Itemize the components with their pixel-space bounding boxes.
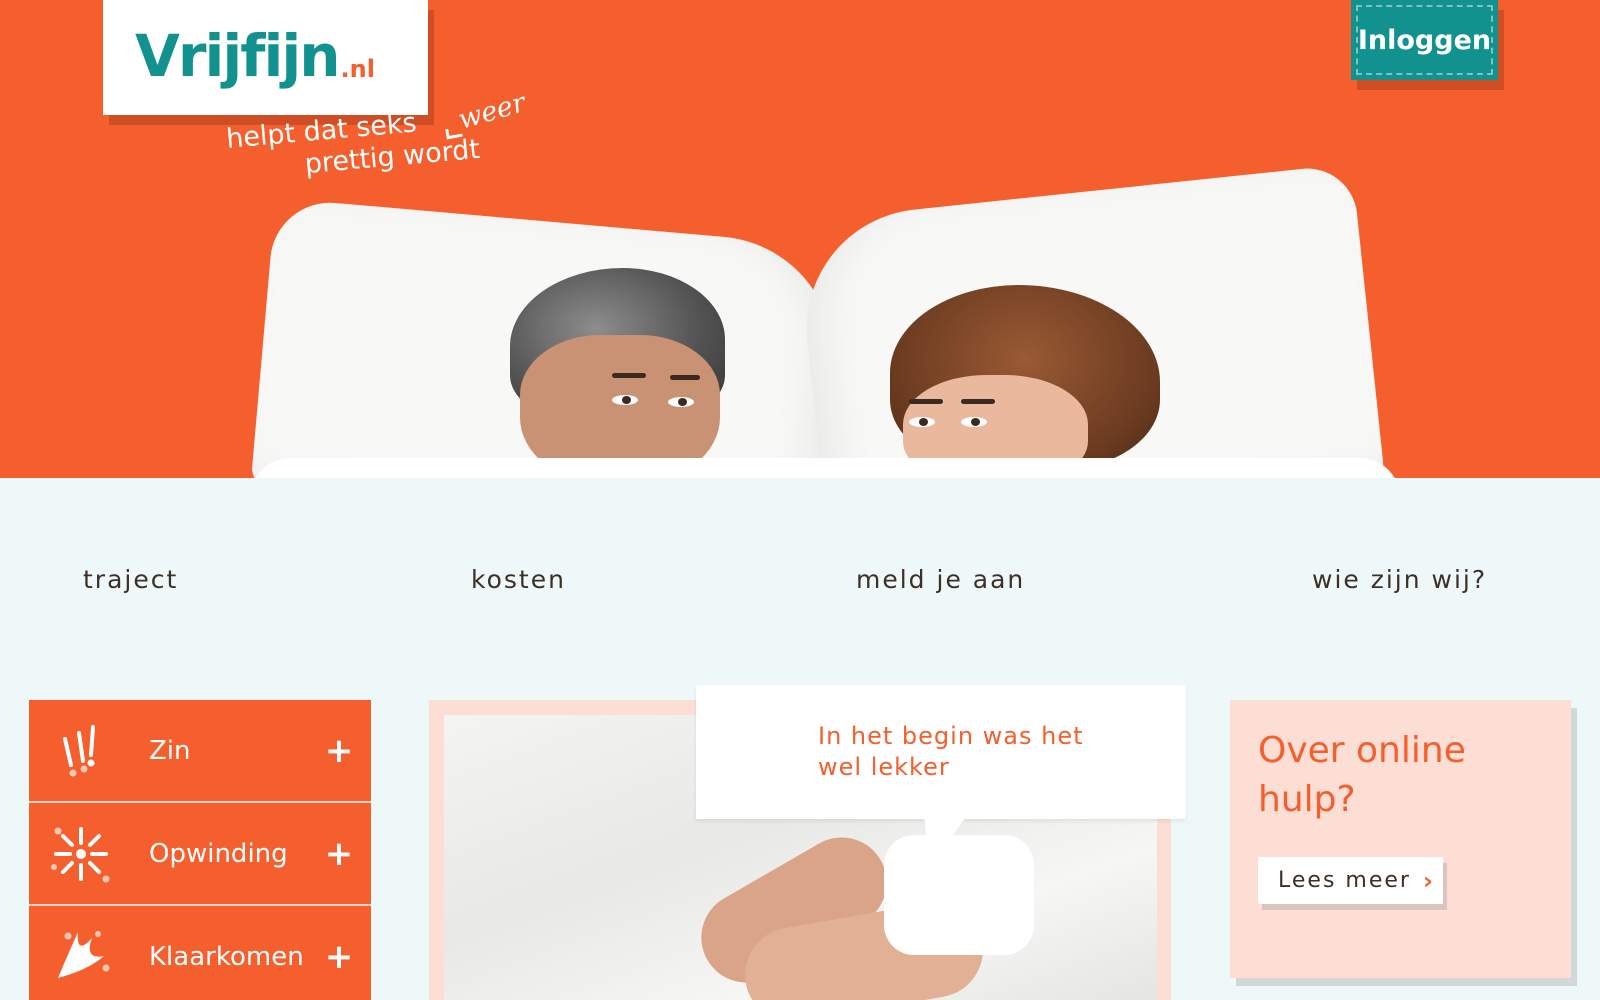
login-button[interactable]: Inloggen	[1351, 0, 1498, 80]
woman-eye	[961, 417, 987, 427]
nav-item-wie-zijn-wij[interactable]: wie zijn wij?	[1312, 565, 1487, 594]
online-help-title: Over online hulp?	[1258, 730, 1466, 820]
read-more-button[interactable]: Lees meer ›	[1258, 857, 1443, 904]
man-brow	[670, 375, 700, 380]
exclamation-icon	[43, 716, 119, 786]
quote-bubble: In het begin was het wel lekker	[696, 685, 1186, 819]
woman-brow	[909, 399, 943, 404]
man-eye	[668, 397, 694, 407]
sidebar-item-opwinding[interactable]: Opwinding +	[29, 803, 371, 906]
nav-item-kosten[interactable]: kosten	[471, 565, 566, 594]
sidebar-item-label: Zin	[149, 735, 191, 766]
story-photo-duvet	[884, 835, 1034, 955]
topic-sidebar: Zin + Opwinding + Klaarkomen +	[29, 700, 371, 1000]
sidebar-item-zin[interactable]: Zin +	[29, 700, 371, 803]
hero-banner: Vrijfijn .nl helpt dat seks prettig word…	[0, 0, 1600, 478]
expand-plus-icon[interactable]: +	[319, 940, 359, 974]
sidebar-item-klaarkomen[interactable]: Klaarkomen +	[29, 906, 371, 1000]
story-quote: In het begin was het wel lekker	[818, 722, 1084, 781]
logo-tld: .nl	[340, 55, 375, 83]
woman-brow	[961, 399, 995, 404]
read-more-label: Lees meer	[1278, 868, 1411, 893]
logo[interactable]: Vrijfijn .nl	[103, 0, 428, 115]
expand-plus-icon[interactable]: +	[319, 734, 359, 768]
burst-icon	[43, 922, 119, 992]
sparkle-icon	[43, 819, 119, 889]
sidebar-item-label: Klaarkomen	[149, 941, 304, 972]
woman-eye	[909, 417, 935, 427]
main-nav: traject kosten meld je aan wie zijn wij?	[0, 565, 1600, 605]
man-face	[520, 335, 720, 478]
online-help-card: Over online hulp? Lees meer ›	[1230, 700, 1571, 978]
expand-plus-icon[interactable]: +	[319, 837, 359, 871]
sidebar-item-label: Opwinding	[149, 838, 288, 869]
nav-item-meld-je-aan[interactable]: meld je aan	[856, 565, 1025, 594]
logo-wordmark: Vrijfijn	[135, 22, 341, 90]
nav-item-traject[interactable]: traject	[83, 565, 178, 594]
duvet	[250, 458, 1400, 478]
man-brow	[612, 373, 646, 378]
man-eye	[612, 395, 638, 405]
chevron-right-icon: ›	[1422, 866, 1435, 895]
